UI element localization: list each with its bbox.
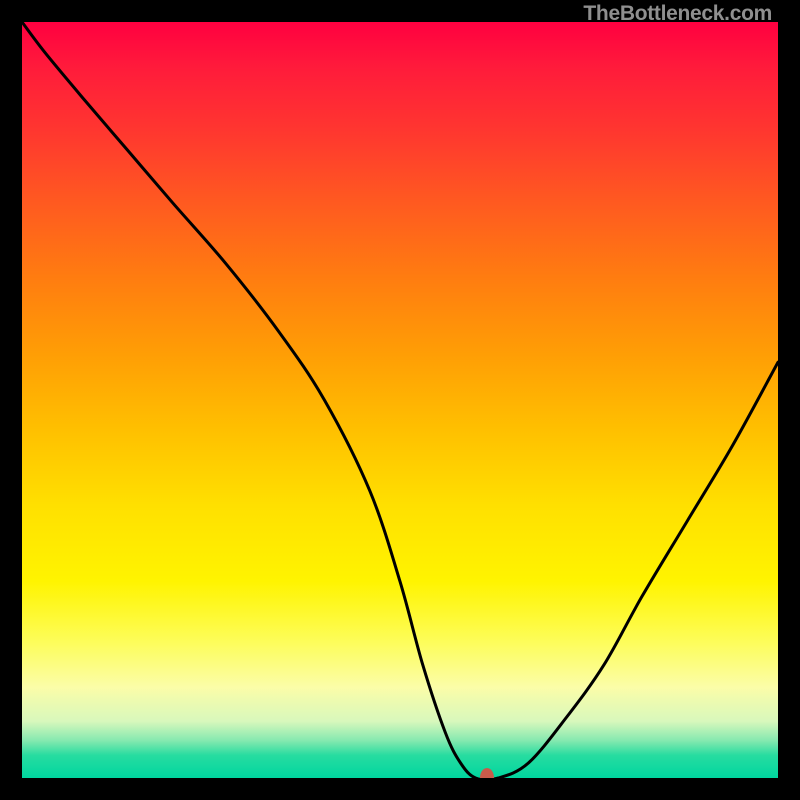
chart-stage: TheBottleneck.com [0, 0, 800, 800]
plot-area [22, 22, 778, 778]
background-gradient [22, 22, 778, 778]
